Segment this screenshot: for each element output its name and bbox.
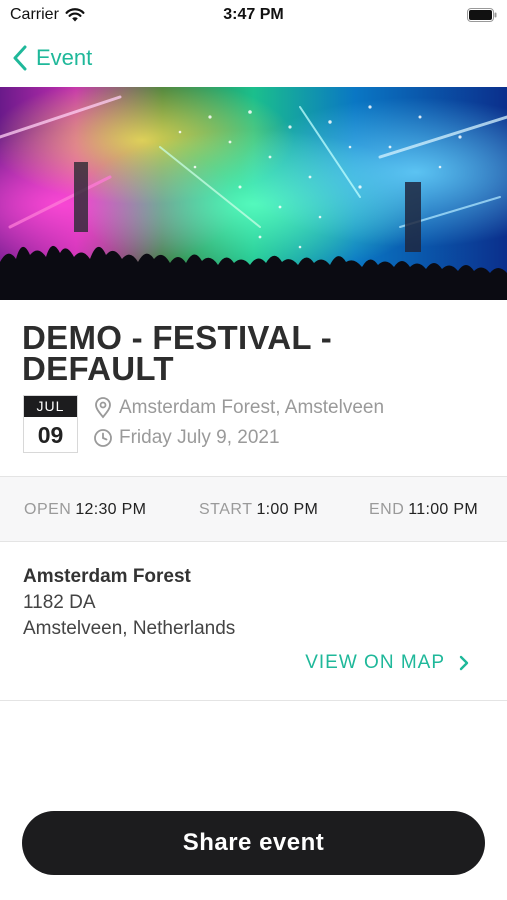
chevron-right-icon	[459, 655, 469, 671]
battery-icon	[467, 8, 497, 22]
end-time: END 11:00 PM	[369, 501, 478, 519]
status-bar: Carrier 3:47 PM	[0, 0, 507, 32]
venue-postcode: 1182 DA	[23, 592, 96, 613]
section-divider	[0, 700, 507, 701]
end-time-label: END	[369, 501, 405, 518]
chevron-left-icon	[13, 45, 27, 71]
clock-icon	[94, 429, 112, 447]
venue-city: Amstelveen, Netherlands	[23, 618, 236, 639]
open-time-value: 12:30 PM	[75, 501, 147, 518]
view-on-map-link[interactable]: VIEW ON MAP	[305, 652, 469, 674]
event-location: Amsterdam Forest, Amstelveen	[119, 397, 385, 418]
start-time-label: START	[199, 501, 253, 518]
event-date-row: Friday July 9, 2021	[93, 427, 280, 449]
open-time: OPEN 12:30 PM	[24, 501, 146, 519]
back-label: Event	[36, 45, 93, 70]
clock: 3:47 PM	[223, 6, 284, 23]
start-time: START 1:00 PM	[199, 501, 318, 519]
event-times-bar: OPEN 12:30 PM START 1:00 PM END 11:00 PM	[0, 476, 507, 542]
end-time-value: 11:00 PM	[408, 501, 478, 518]
share-event-button[interactable]: Share event	[22, 811, 485, 875]
event-location-row: Amsterdam Forest, Amstelveen	[93, 397, 384, 419]
start-time-value: 1:00 PM	[256, 501, 319, 518]
event-title: DEMO - FESTIVAL - DEFAULT	[22, 319, 333, 387]
back-button[interactable]: Event	[0, 38, 507, 78]
location-pin-icon	[95, 397, 111, 419]
view-on-map-label: VIEW ON MAP	[305, 652, 445, 673]
date-badge: JUL 09	[23, 395, 78, 453]
event-date: Friday July 9, 2021	[119, 427, 280, 448]
date-day: 09	[37, 422, 64, 448]
event-hero-image	[0, 87, 507, 300]
date-month: JUL	[24, 396, 77, 417]
venue-name: Amsterdam Forest	[23, 566, 191, 587]
open-time-label: OPEN	[24, 501, 72, 518]
